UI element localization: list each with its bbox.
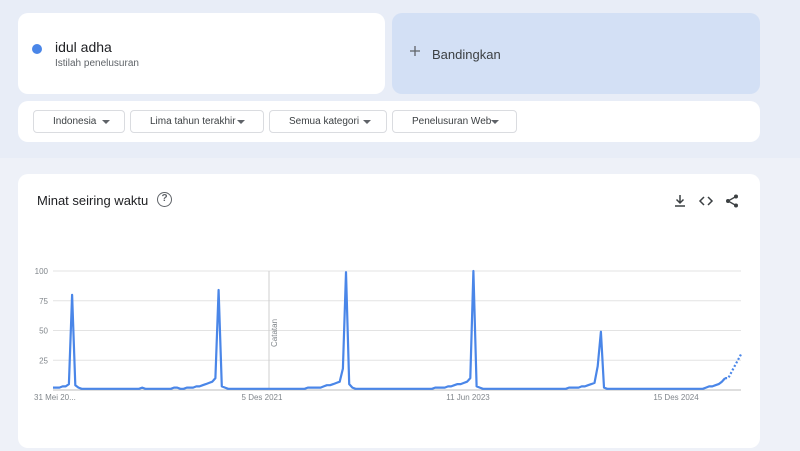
filter-region[interactable]: Indonesia (33, 110, 125, 133)
term-color-dot (32, 44, 42, 54)
filter-time-range-label: Lima tahun terakhir (150, 116, 236, 127)
y-tick-label: 25 (39, 356, 48, 365)
x-tick-label: 5 Des 2021 (242, 393, 283, 402)
series-line (53, 269, 726, 390)
caret-down-icon (491, 120, 499, 124)
annotation-label: Catatan (270, 319, 279, 347)
y-tick-label: 100 (35, 267, 49, 276)
y-tick-label: 75 (39, 297, 48, 306)
compare-button[interactable]: Bandingkan (392, 13, 760, 94)
interest-over-time-panel: Minat seiring waktu ? 100 75 50 25 Catatan 31… (18, 174, 760, 448)
trend-chart: 100 75 50 25 Catatan 31 Mei 20... 5 Des 2021 11… (34, 267, 742, 402)
filter-category[interactable]: Semua kategori (269, 110, 387, 133)
x-tick-label: 31 Mei 20... (34, 393, 76, 402)
filter-bar: Indonesia Lima tahun terakhir Semua kate… (18, 101, 760, 142)
plus-icon (410, 46, 420, 56)
filter-search-type[interactable]: Penelusuran Web (392, 110, 517, 133)
filter-time-range[interactable]: Lima tahun terakhir (130, 110, 264, 133)
filter-category-label: Semua kategori (289, 116, 360, 127)
y-tick-label: 50 (39, 327, 48, 336)
caret-down-icon (102, 120, 110, 124)
x-tick-label: 11 Jun 2023 (446, 393, 490, 402)
x-tick-label: 15 Des 2024 (653, 393, 699, 402)
search-term-card[interactable]: idul adha Istilah penelusuran (18, 13, 385, 94)
caret-down-icon (237, 120, 245, 124)
filter-search-type-label: Penelusuran Web (412, 116, 492, 127)
series-partial-line (725, 353, 742, 380)
compare-label: Bandingkan (432, 47, 501, 62)
caret-down-icon (363, 120, 371, 124)
search-term-subtitle: Istilah penelusuran (55, 58, 139, 69)
search-term-name[interactable]: idul adha (55, 39, 112, 55)
filter-region-label: Indonesia (53, 116, 97, 127)
